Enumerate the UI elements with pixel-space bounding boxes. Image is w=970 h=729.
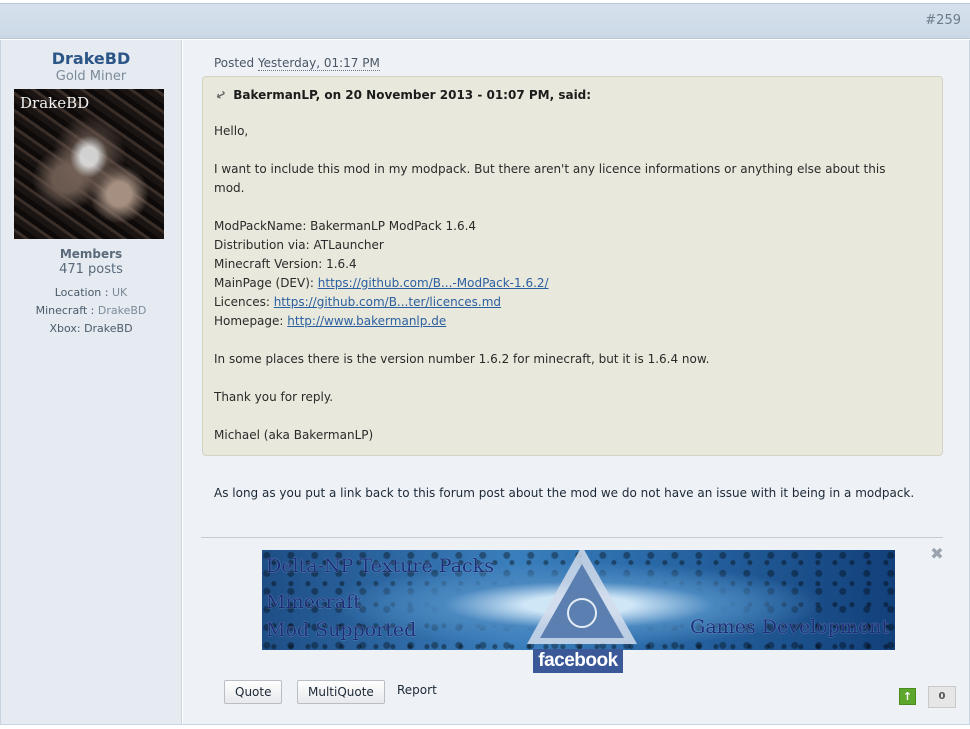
quote-greeting: Hello,: [214, 124, 249, 138]
homepage-link[interactable]: http://www.bakermanlp.de: [287, 314, 446, 328]
quote-citation-text: BakermanLP, on 20 November 2013 - 01:07 …: [233, 88, 592, 102]
field-minecraft: Minecraft : DrakeBD: [35, 304, 147, 317]
multiquote-button[interactable]: MultiQuote: [297, 680, 385, 704]
eye-emblem: [567, 598, 597, 628]
posted-date: Yesterday, 01:17 PM: [257, 56, 380, 71]
field-xbox: Xbox: DrakeBD: [49, 322, 133, 335]
post-number-link[interactable]: #259: [925, 13, 961, 28]
posted-label: Posted: [214, 56, 255, 70]
quote-signoff: Michael (aka BakermanLP): [214, 428, 374, 442]
quote-cite-icon[interactable]: ↩: [214, 87, 229, 104]
facebook-badge[interactable]: facebook: [533, 649, 623, 673]
author-name[interactable]: DrakeBD: [1, 49, 181, 68]
quote-homepage: Homepage: http://www.bakermanlp.de: [214, 314, 447, 328]
quote-block: ↩ BakermanLP, on 20 November 2013 - 01:0…: [202, 76, 943, 456]
report-link[interactable]: Report: [397, 683, 437, 697]
mainpage-link[interactable]: https://github.com/B...-ModPack-1.6.2/: [318, 276, 549, 290]
post-count: 471 posts: [59, 262, 123, 277]
quote-distribution: Distribution via: ATLauncher: [214, 238, 384, 252]
banner-line-minecraft: Minecraft: [266, 591, 361, 613]
licences-link[interactable]: https://github.com/B...ter/licences.md: [274, 295, 501, 309]
quote-citation: ↩ BakermanLP, on 20 November 2013 - 01:0…: [214, 87, 592, 104]
post-body: Posted Yesterday, 01:17 PM ↩ BakermanLP,…: [183, 40, 970, 724]
quote-mainpage: MainPage (DEV): https://github.com/B...-…: [214, 276, 549, 290]
signature-divider: [201, 537, 943, 538]
quote-pack-name: ModPackName: BakermanLP ModPack 1.6.4: [214, 219, 477, 233]
quote-version-note: In some places there is the version numb…: [214, 352, 710, 366]
quote-licences: Licences: https://github.com/B...ter/lic…: [214, 295, 502, 309]
reply-text: As long as you put a link back to this f…: [214, 486, 915, 500]
quote-button[interactable]: Quote: [224, 680, 283, 704]
quote-intro-line2: mod.: [214, 181, 245, 195]
author-panel: DrakeBD Gold Miner DrakeBD Members 471 p…: [0, 40, 182, 724]
thumbs-up-icon[interactable]: ↑: [899, 688, 916, 705]
avatar[interactable]: DrakeBD: [14, 89, 164, 239]
field-location: Location : UK: [54, 286, 128, 299]
banner-line-games-dev: Games Development: [690, 616, 889, 638]
bottom-border: [0, 724, 970, 725]
quote-mc-version: Minecraft Version: 1.6.4: [214, 257, 357, 271]
quote-intro-line1: I want to include this mod in my modpack…: [214, 162, 886, 176]
reputation-count: 0: [928, 686, 956, 708]
member-group: Members: [59, 247, 123, 261]
author-rank: Gold Miner: [55, 69, 127, 84]
banner-line-mod-supported: Mod Supported: [266, 619, 417, 641]
quote-thanks: Thank you for reply.: [214, 390, 334, 404]
banner-title: Delta-NP Texture Packs: [266, 555, 494, 577]
posted-line: Posted Yesterday, 01:17 PM: [214, 56, 380, 71]
custom-fields: Location : UK Minecraft : DrakeBD Xbox: …: [1, 284, 181, 338]
signature-banner[interactable]: Delta-NP Texture Packs Minecraft Mod Sup…: [262, 550, 895, 650]
post-header-bar: #259: [0, 3, 970, 39]
avatar-caption: DrakeBD: [20, 94, 90, 112]
close-icon[interactable]: ✖: [930, 546, 944, 562]
